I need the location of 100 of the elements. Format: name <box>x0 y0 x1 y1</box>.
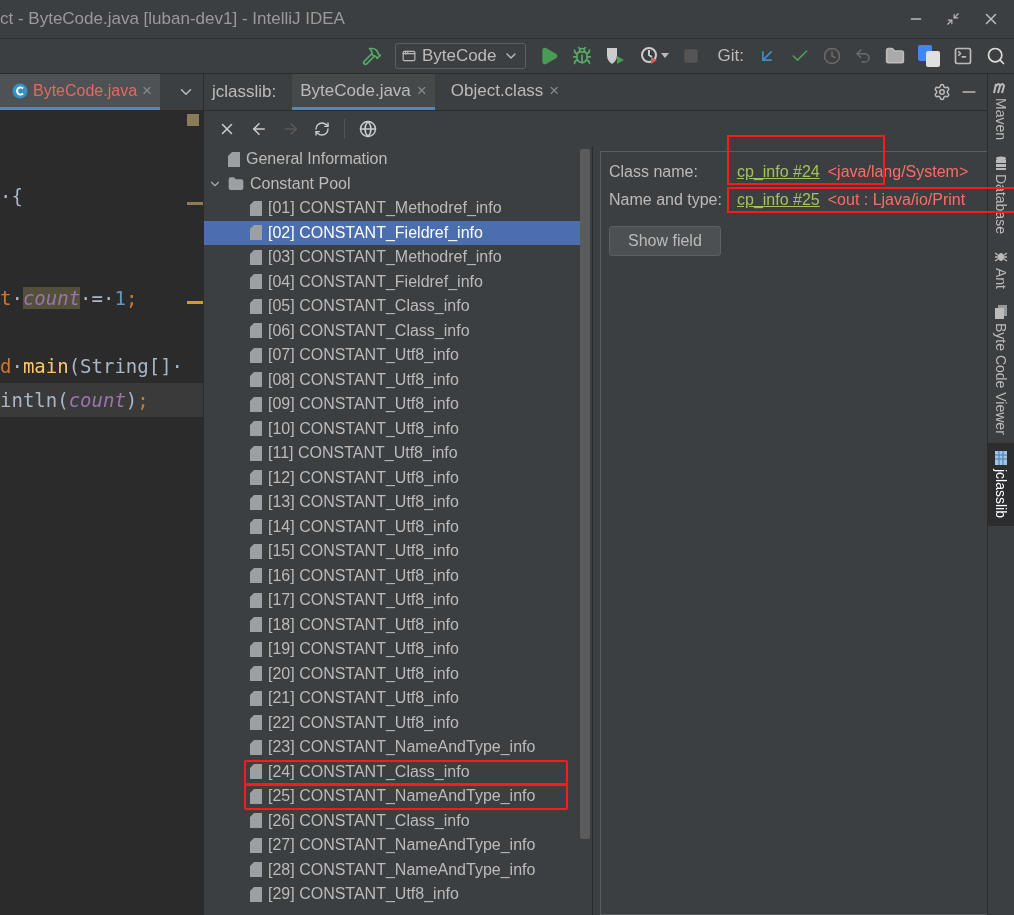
show-field-button[interactable]: Show field <box>609 226 721 256</box>
code-line: t·count·=·1; <box>0 287 138 309</box>
tree-item[interactable]: [18] CONSTANT_Utf8_info <box>204 612 580 637</box>
error-stripe-mark <box>187 301 203 304</box>
scrollbar-thumb[interactable] <box>580 149 590 839</box>
file-icon <box>250 837 262 853</box>
file-icon <box>250 445 262 461</box>
file-icon <box>250 886 262 902</box>
tree-label: [07] CONSTANT_Utf8_info <box>268 346 459 365</box>
translate-icon[interactable] <box>918 45 940 67</box>
tree-item[interactable]: [23] CONSTANT_NameAndType_info <box>204 735 580 760</box>
tree-label: [08] CONSTANT_Utf8_info <box>268 370 459 389</box>
tree-item[interactable]: [17] CONSTANT_Utf8_info <box>204 588 580 613</box>
tree-item[interactable]: General Information <box>204 147 580 172</box>
code-line: intln(count); <box>0 389 149 411</box>
tree-label: [24] CONSTANT_Class_info <box>268 762 470 781</box>
tree-item[interactable]: [25] CONSTANT_NameAndType_info <box>204 784 580 809</box>
file-icon <box>250 249 262 265</box>
tree-label: [25] CONSTANT_NameAndType_info <box>268 787 536 806</box>
panel-title: jclasslib: <box>212 82 277 102</box>
file-tab[interactable]: Object.class × <box>442 74 568 110</box>
tree-label: [15] CONSTANT_Utf8_info <box>268 542 459 561</box>
hammer-icon[interactable] <box>361 46 382 66</box>
tree-item[interactable]: [15] CONSTANT_Utf8_info <box>204 539 580 564</box>
search-icon[interactable] <box>986 46 1006 66</box>
folder-icon <box>228 175 244 192</box>
tree-item[interactable]: [14] CONSTANT_Utf8_info <box>204 514 580 539</box>
tree-item[interactable]: [10] CONSTANT_Utf8_info <box>204 416 580 441</box>
tree-label: [18] CONSTANT_Utf8_info <box>268 615 459 634</box>
tree-label: [22] CONSTANT_Utf8_info <box>268 713 459 732</box>
run-config-dropdown[interactable]: ByteCode <box>394 43 526 69</box>
tool-window-button[interactable]: Maven <box>988 74 1014 149</box>
window-icon <box>401 49 416 63</box>
folder-icon[interactable] <box>885 46 905 66</box>
tree-label: [02] CONSTANT_Fieldref_info <box>268 223 483 242</box>
tree-label: Constant Pool <box>250 174 351 193</box>
file-icon <box>250 347 262 363</box>
tree-label: [03] CONSTANT_Methodref_info <box>268 248 502 267</box>
tree-item[interactable]: Constant Pool <box>204 171 580 196</box>
file-icon <box>250 323 262 339</box>
tree-label: [06] CONSTANT_Class_info <box>268 321 470 340</box>
tree-item[interactable]: [16] CONSTANT_Utf8_info <box>204 563 580 588</box>
file-icon <box>250 200 262 216</box>
tree-item[interactable]: [29] CONSTANT_Utf8_info <box>204 882 580 907</box>
field-label: Name and type: <box>609 191 723 209</box>
tree-item[interactable]: [20] CONSTANT_Utf8_info <box>204 661 580 686</box>
tool-window-button[interactable]: jclasslib <box>988 442 1014 526</box>
tree-item[interactable]: [07] CONSTANT_Utf8_info <box>204 343 580 368</box>
database-icon <box>995 156 1007 171</box>
tree-item[interactable]: [01] CONSTANT_Methodref_info <box>204 196 580 221</box>
bug-icon[interactable] <box>571 46 592 66</box>
tree-item[interactable]: [28] CONSTANT_NameAndType_info <box>204 857 580 882</box>
tree-label: General Information <box>246 150 388 169</box>
tree-label: [04] CONSTANT_Fieldref_info <box>268 272 483 291</box>
tree-item[interactable]: [04] CONSTANT_Fieldref_info <box>204 269 580 294</box>
tree-item[interactable]: [27] CONSTANT_NameAndType_info <box>204 833 580 858</box>
code-line: d·main(String[]· <box>0 355 184 377</box>
terminal-icon[interactable] <box>953 46 973 66</box>
restore-icon[interactable] <box>946 12 960 26</box>
file-icon <box>250 690 262 706</box>
tree-item[interactable]: [22] CONSTANT_Utf8_info <box>204 710 580 735</box>
tool-window-button[interactable]: Database <box>988 148 1014 242</box>
class-file-icon <box>12 82 28 99</box>
code-line: ·{ <box>0 185 23 207</box>
tree-item[interactable]: [11] CONSTANT_Utf8_info <box>204 441 580 466</box>
tree-item[interactable]: [24] CONSTANT_Class_info <box>204 759 580 784</box>
cp-info-link[interactable]: cp_info #25 <box>737 191 820 209</box>
tree-item[interactable]: [12] CONSTANT_Utf8_info <box>204 465 580 490</box>
file-icon <box>250 470 262 486</box>
tree-label: [09] CONSTANT_Utf8_info <box>268 395 459 414</box>
profiler-icon[interactable] <box>639 46 670 66</box>
tab-close[interactable]: × <box>549 80 560 101</box>
file-tab[interactable]: ByteCode.java × <box>292 74 435 110</box>
tree-label: [23] CONSTANT_NameAndType_info <box>268 738 536 757</box>
tree-label: [16] CONSTANT_Utf8_info <box>268 566 459 585</box>
tree-item[interactable]: [03] CONSTANT_Methodref_info <box>204 245 580 270</box>
field-label: Class name: <box>609 163 699 181</box>
tree-item[interactable]: [02] CONSTANT_Fieldref_info <box>204 220 580 245</box>
tool-window-button[interactable]: Byte Code Viewer <box>988 297 1014 443</box>
file-icon <box>250 274 262 290</box>
tree-label: [27] CONSTANT_NameAndType_info <box>268 836 536 855</box>
tree-item[interactable]: [21] CONSTANT_Utf8_info <box>204 686 580 711</box>
settings-icon[interactable] <box>933 83 951 101</box>
tree-item[interactable]: [13] CONSTANT_Utf8_info <box>204 490 580 515</box>
tree-item[interactable]: [19] CONSTANT_Utf8_info <box>204 637 580 662</box>
tree-label: [17] CONSTANT_Utf8_info <box>268 591 459 610</box>
tool-window-button[interactable]: Ant <box>988 241 1014 297</box>
tree-item[interactable]: [26] CONSTANT_Class_info <box>204 808 580 833</box>
cp-info-link[interactable]: cp_info #24 <box>737 163 820 181</box>
tree-item[interactable]: [05] CONSTANT_Class_info <box>204 294 580 319</box>
tree-item[interactable]: [09] CONSTANT_Utf8_info <box>204 392 580 417</box>
tree-item[interactable]: [08] CONSTANT_Utf8_info <box>204 367 580 392</box>
globe-icon[interactable] <box>359 120 377 138</box>
file-icon <box>250 372 262 388</box>
file-icon <box>250 739 262 755</box>
file-icon <box>250 715 262 731</box>
refresh-icon[interactable] <box>314 121 330 137</box>
tree-label: [13] CONSTANT_Utf8_info <box>268 493 459 512</box>
tree-label: [12] CONSTANT_Utf8_info <box>268 468 459 487</box>
tree-item[interactable]: [06] CONSTANT_Class_info <box>204 318 580 343</box>
